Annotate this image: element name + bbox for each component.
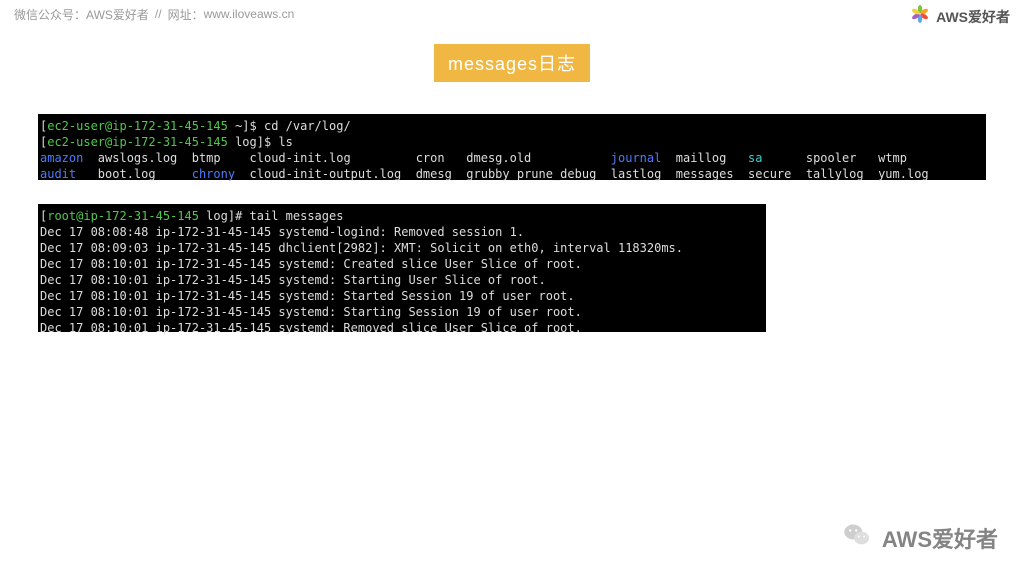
watermark-text: AWS爱好者 xyxy=(882,522,998,554)
wechat-icon xyxy=(842,520,872,556)
flower-icon xyxy=(910,4,930,29)
wechat-name: AWS爱好者 xyxy=(86,6,149,23)
terminal-tail-output: [root@ip-172-31-45-145 log]# tail messag… xyxy=(38,204,766,332)
brand-text-top: AWS爱好者 xyxy=(936,7,1010,27)
url-label: 网址： xyxy=(168,6,204,23)
terminal-ls-output: [ec2-user@ip-172-31-45-145 ~]$ cd /var/l… xyxy=(38,114,986,180)
separator: // xyxy=(155,7,162,21)
page-header: 微信公众号： AWS爱好者 // 网址： www.iloveaws.cn xyxy=(0,0,1024,28)
watermark: AWS爱好者 xyxy=(842,520,998,556)
brand-logo-top: AWS爱好者 xyxy=(910,4,1010,29)
url-text: www.iloveaws.cn xyxy=(204,7,295,21)
page-title: messages日志 xyxy=(434,44,590,82)
wechat-label: 微信公众号： xyxy=(14,6,86,23)
